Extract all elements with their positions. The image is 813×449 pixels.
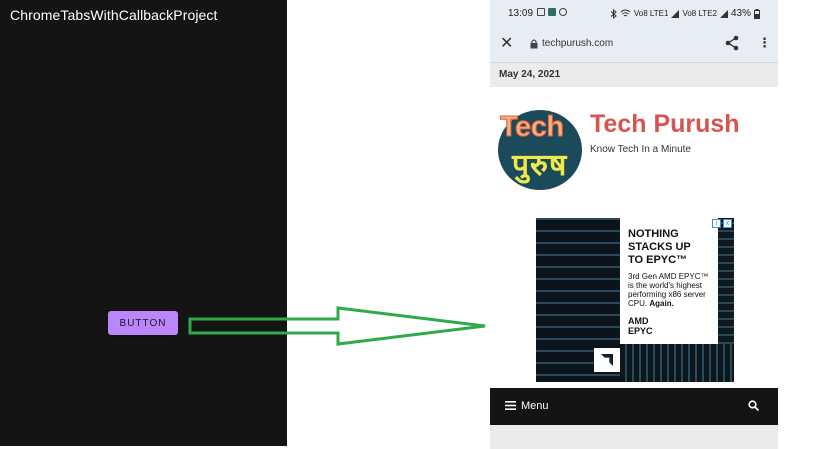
arrow-right-icon bbox=[188, 306, 486, 346]
app-screen: ChromeTabsWithCallbackProject BUTTON bbox=[0, 0, 287, 446]
ad-info-icon[interactable]: i bbox=[712, 219, 721, 228]
logo-text-english: Tech bbox=[500, 111, 565, 144]
logo-text-hindi: पुरुष bbox=[512, 149, 568, 182]
site-tagline: Know Tech In a Minute bbox=[590, 144, 691, 155]
more-vert-icon[interactable]: ⋮ bbox=[758, 36, 771, 50]
date-bar: May 24, 2021 bbox=[490, 63, 778, 87]
page-footer-area bbox=[490, 425, 778, 449]
custom-tab-toolbar: ✕ techpurush.com ⋮ bbox=[490, 28, 778, 63]
menu-button[interactable]: Menu bbox=[521, 400, 549, 412]
battery-icon bbox=[754, 8, 760, 19]
amd-chip-icon bbox=[594, 348, 620, 372]
app-title: ChromeTabsWithCallbackProject bbox=[10, 7, 218, 23]
advertisement[interactable]: NOTHING STACKS UP TO EPYC™ 3rd Gen AMD E… bbox=[536, 218, 734, 382]
app-notification-icon bbox=[548, 8, 556, 16]
ad-body: 3rd Gen AMD EPYC™ is the world's highest… bbox=[628, 272, 709, 308]
launch-chrome-tab-button[interactable]: BUTTON bbox=[108, 311, 178, 335]
status-bar: 13:09 Vo8 LTE1 Vo8 LTE2 43% bbox=[490, 0, 778, 28]
network-1-label: Vo8 LTE1 bbox=[633, 9, 669, 18]
post-date: May 24, 2021 bbox=[499, 69, 561, 80]
gallery-icon bbox=[537, 8, 545, 16]
status-time: 13:09 bbox=[508, 8, 534, 19]
site-name[interactable]: Tech Purush bbox=[590, 110, 740, 139]
battery-percent: 43% bbox=[730, 8, 751, 19]
heart-icon bbox=[559, 8, 567, 16]
hamburger-menu-icon[interactable] bbox=[505, 401, 516, 410]
phone-screen: 13:09 Vo8 LTE1 Vo8 LTE2 43% ✕ techpurush… bbox=[490, 0, 778, 449]
status-indicators: Vo8 LTE1 Vo8 LTE2 43% bbox=[610, 8, 760, 19]
lock-icon bbox=[530, 39, 538, 49]
url-text[interactable]: techpurush.com bbox=[542, 38, 613, 49]
bluetooth-icon bbox=[610, 8, 617, 19]
ad-text-panel: NOTHING STACKS UP TO EPYC™ 3rd Gen AMD E… bbox=[620, 218, 718, 344]
search-icon[interactable] bbox=[748, 400, 759, 411]
signal-2-icon bbox=[719, 9, 728, 18]
network-2-label: Vo8 LTE2 bbox=[682, 9, 717, 18]
site-header[interactable]: Tech पुरुष Tech Purush Know Tech In a Mi… bbox=[490, 88, 778, 208]
ad-close-icon[interactable]: x bbox=[723, 219, 732, 228]
signal-1-icon bbox=[671, 9, 680, 18]
ad-headline: NOTHING STACKS UP TO EPYC™ bbox=[628, 228, 691, 266]
ad-image-bottom bbox=[620, 344, 734, 382]
notification-icons bbox=[537, 8, 567, 16]
close-icon[interactable]: ✕ bbox=[500, 35, 513, 53]
wifi-icon bbox=[620, 9, 631, 17]
ad-controls: i x bbox=[712, 219, 732, 228]
share-icon[interactable] bbox=[724, 35, 740, 51]
site-menu-bar: Menu bbox=[490, 388, 778, 425]
ad-brand-logo: AMD EPYC bbox=[628, 316, 653, 336]
